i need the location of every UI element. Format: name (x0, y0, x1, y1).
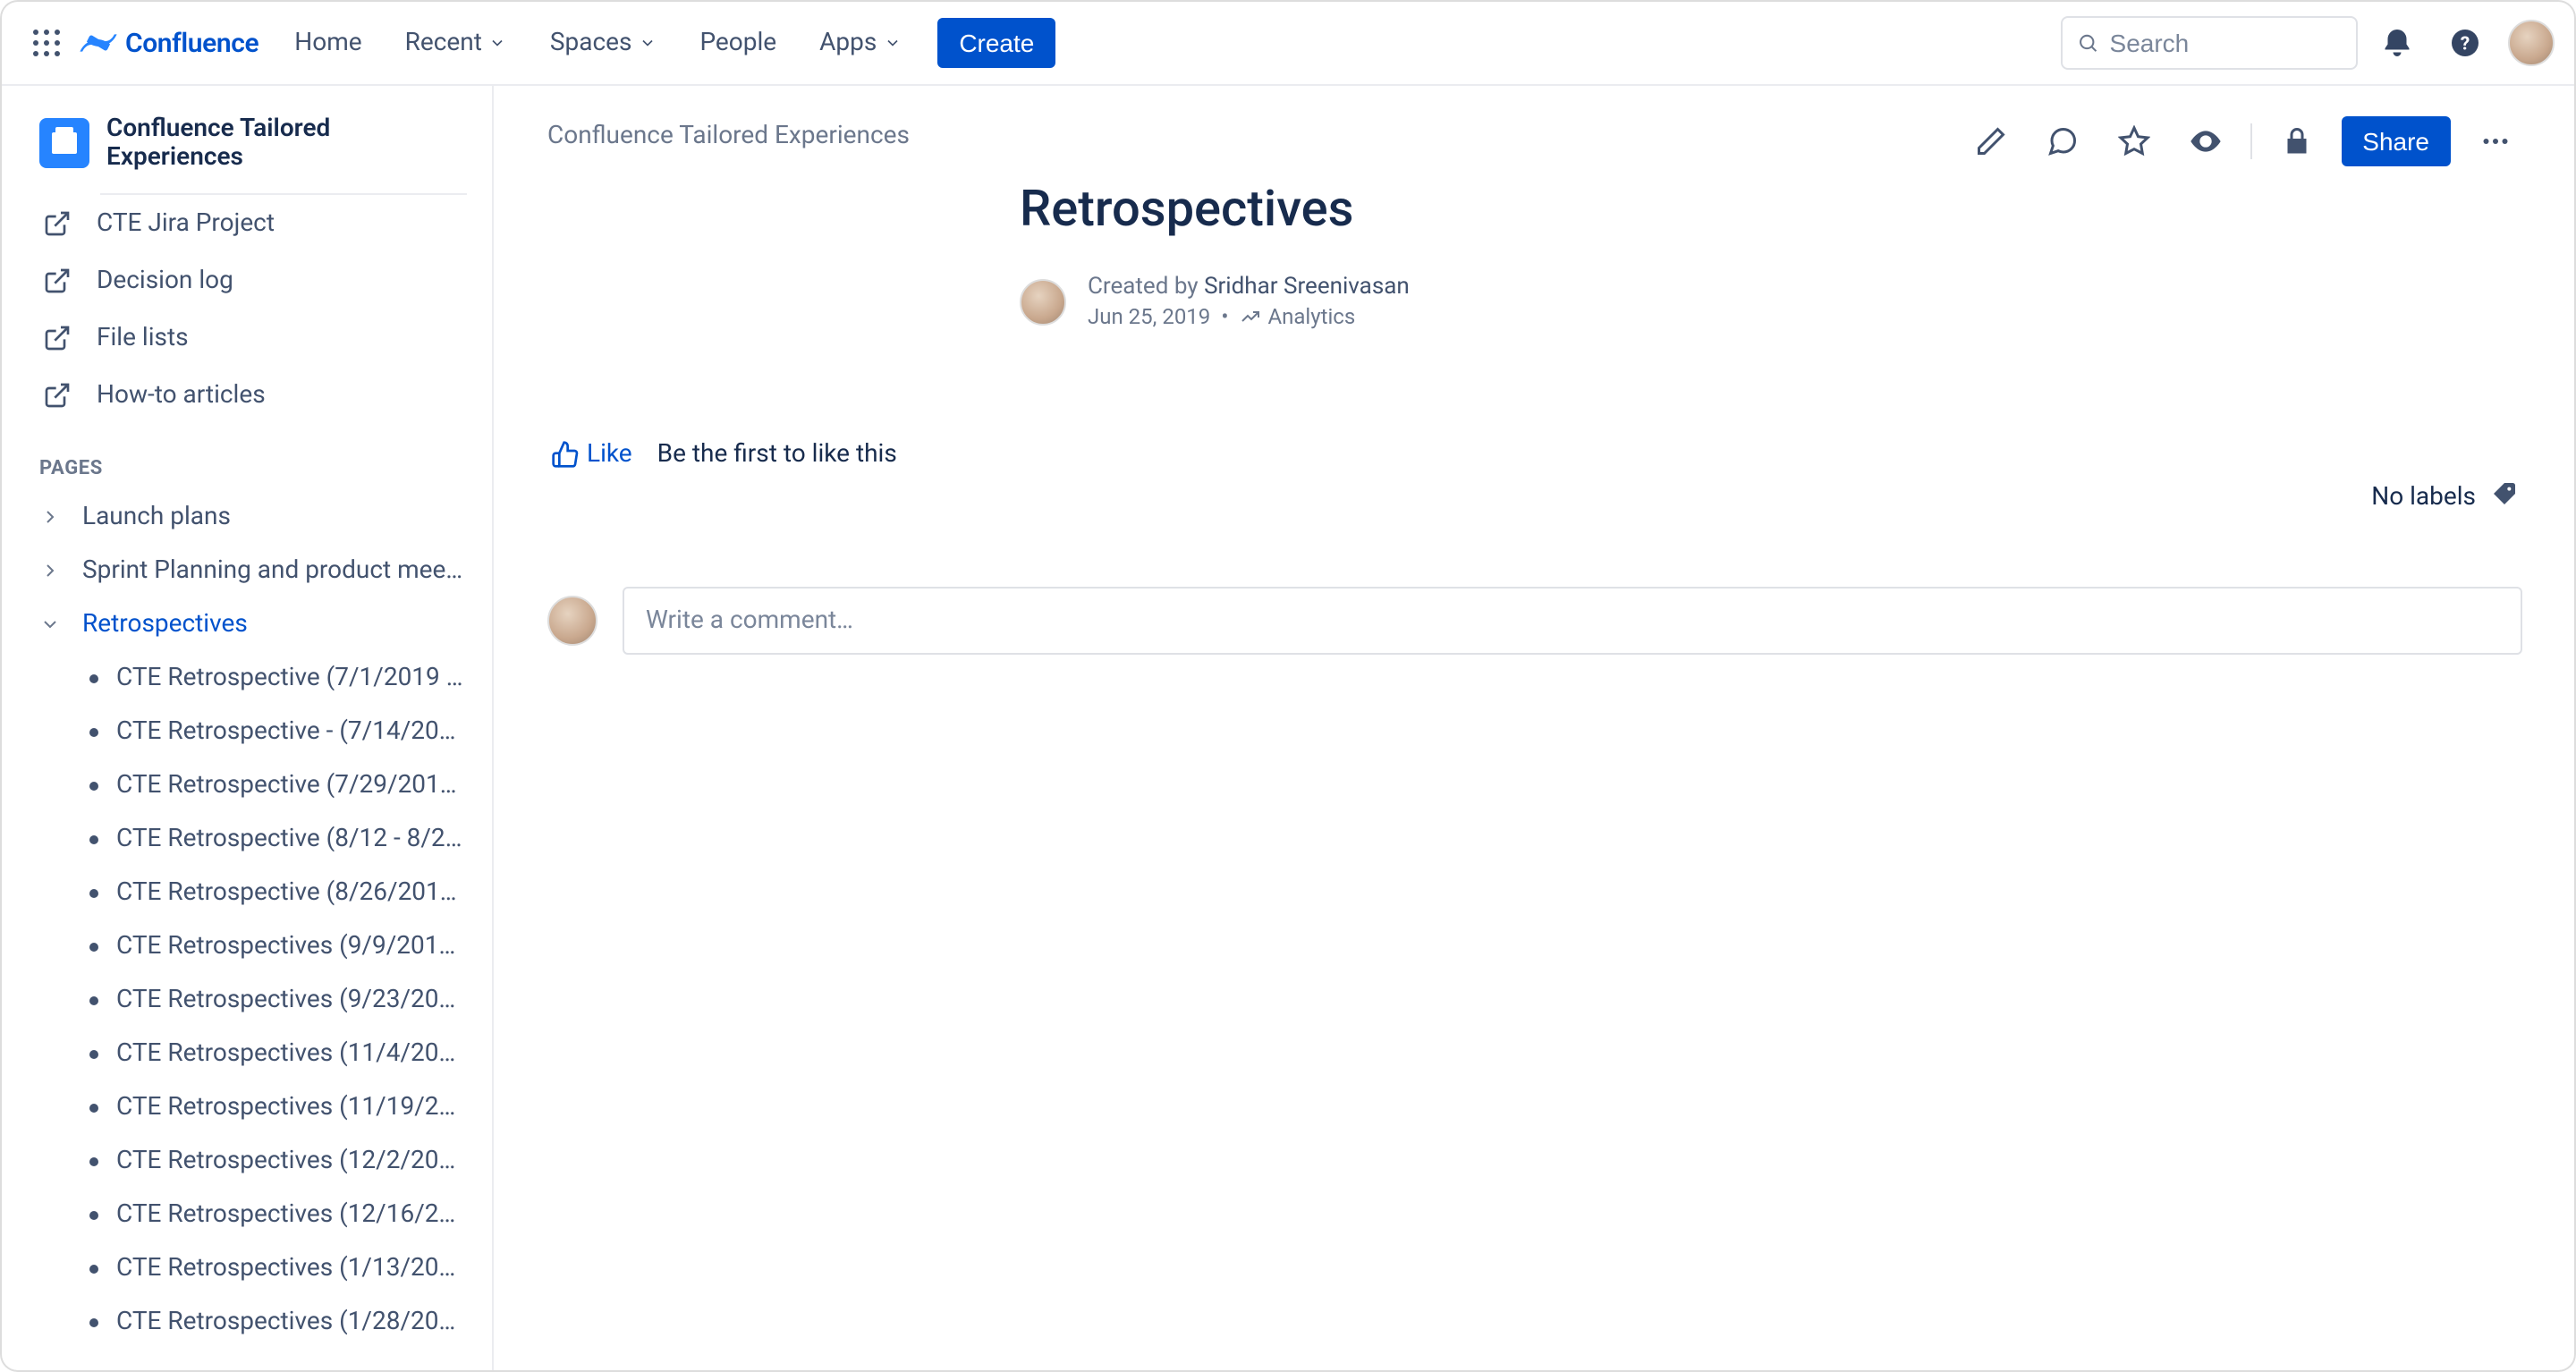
child-page[interactable]: CTE Retrospective - (7/14/201… (0, 705, 492, 758)
comment-placeholder: Write a comment… (646, 606, 853, 635)
byline: Created by Sridhar Sreenivasan Jun 25, 2… (1020, 274, 2522, 329)
pages-section-label: PAGES (0, 424, 492, 490)
like-icon (551, 440, 580, 469)
nav-spaces[interactable]: Spaces (532, 17, 675, 67)
child-page[interactable]: CTE Retrospective (8/26/2019 … (0, 866, 492, 919)
child-page[interactable]: CTE Retrospectives (9/23/201… (0, 973, 492, 1027)
nav-people[interactable]: People (682, 17, 794, 67)
nav-home[interactable]: Home (276, 17, 379, 67)
top-nav: Confluence Home Recent Spaces People App… (0, 0, 2576, 86)
divider (2250, 123, 2251, 159)
child-page[interactable]: CTE Retrospectives (11/19/201… (0, 1080, 492, 1134)
watch-icon[interactable] (2178, 114, 2232, 168)
profile-avatar[interactable] (2508, 19, 2555, 65)
created-by: Created by Sridhar Sreenivasan (1088, 274, 1410, 301)
child-page[interactable]: CTE Retrospectives (1/13/2020… (0, 1241, 492, 1295)
star-icon[interactable] (2106, 114, 2160, 168)
logo-text: Confluence (125, 26, 258, 58)
shortcut-how-to[interactable]: How-to articles (0, 367, 492, 424)
date-text: Jun 25, 2019 (1088, 304, 1210, 329)
child-page[interactable]: CTE Retrospectives (1/28/202… (0, 1295, 492, 1349)
bullet-icon (89, 1156, 98, 1165)
edit-icon[interactable] (1963, 114, 2017, 168)
space-logo-icon (39, 118, 89, 168)
comment-input[interactable]: Write a comment… (623, 587, 2522, 655)
child-page[interactable]: CTE Retrospective (7/1/2019 - … (0, 651, 492, 705)
restrictions-icon[interactable] (2269, 114, 2323, 168)
chevron-down-icon (639, 33, 657, 51)
external-link-icon (39, 377, 75, 413)
nav-apps[interactable]: Apps (801, 17, 919, 67)
bullet-icon (89, 1103, 98, 1112)
search-input[interactable] (2110, 28, 2342, 56)
share-button[interactable]: Share (2341, 116, 2451, 166)
author-avatar[interactable] (1020, 278, 1066, 325)
external-link-icon (39, 206, 75, 241)
space-header[interactable]: Confluence Tailored Experiences (0, 100, 492, 186)
chevron-down-icon (884, 33, 902, 51)
analytics-link[interactable]: Analytics (1239, 304, 1355, 329)
bullet-icon (89, 888, 98, 897)
bullet-icon (89, 673, 98, 682)
page-actions: Share (1963, 114, 2522, 168)
more-icon[interactable] (2469, 114, 2522, 168)
sidebar: Confluence Tailored Experiences CTE Jira… (0, 86, 494, 1372)
page-title: Retrospectives (1020, 179, 2522, 238)
chevron-down-icon (39, 614, 68, 635)
label-tag-icon[interactable] (2490, 479, 2519, 515)
bullet-icon (89, 1264, 98, 1273)
page-sprint-planning[interactable]: Sprint Planning and product meeti… (0, 544, 492, 597)
bullet-icon (89, 727, 98, 736)
bullet-icon (89, 942, 98, 951)
chevron-right-icon (39, 560, 68, 581)
shortcut-cte-jira[interactable]: CTE Jira Project (0, 195, 492, 252)
labels-text: No labels (2371, 483, 2476, 512)
chevron-down-icon (489, 33, 507, 51)
search-icon (2077, 30, 2099, 55)
help-icon[interactable]: ? (2436, 13, 2494, 71)
shortcut-file-lists[interactable]: File lists (0, 309, 492, 367)
comment-avatar (547, 596, 597, 646)
analytics-icon (1239, 306, 1260, 327)
bullet-icon (89, 834, 98, 843)
child-page[interactable]: CTE Retrospective (7/29/2018 … (0, 758, 492, 812)
byline-meta: Jun 25, 2019 • Analytics (1088, 304, 1410, 329)
child-page[interactable]: CTE Retrospectives (9/9/2019 … (0, 919, 492, 973)
nav-recent[interactable]: Recent (387, 17, 525, 67)
bullet-icon (89, 1317, 98, 1326)
main-content: Share Confluence Tailored Experiences Re… (494, 86, 2576, 1372)
nav-items: Home Recent Spaces People Apps (276, 17, 919, 67)
child-page[interactable]: CTE Retrospectives (12/2/2019… (0, 1134, 492, 1188)
like-prompt: Be the first to like this (657, 440, 897, 469)
like-button[interactable]: Like (551, 440, 632, 469)
comment-icon[interactable] (2035, 114, 2089, 168)
child-page[interactable]: CTE Retrospectives (12/16/201… (0, 1188, 492, 1241)
app-switcher-icon[interactable] (18, 13, 75, 71)
external-link-icon (39, 263, 75, 299)
shortcut-decision-log[interactable]: Decision log (0, 252, 492, 309)
external-link-icon (39, 320, 75, 356)
notifications-icon[interactable] (2368, 13, 2426, 71)
bullet-icon (89, 1210, 98, 1219)
search-box[interactable] (2061, 15, 2358, 69)
page-retrospectives[interactable]: Retrospectives (0, 597, 492, 651)
author-link[interactable]: Sridhar Sreenivasan (1204, 274, 1410, 301)
child-page[interactable]: CTE Retrospectives (11/4/2019… (0, 1027, 492, 1080)
child-page[interactable]: CTE Retrospective (8/12 - 8/25) (0, 812, 492, 866)
chevron-right-icon (39, 506, 68, 528)
page-launch-plans[interactable]: Launch plans (0, 490, 492, 544)
confluence-logo[interactable]: Confluence (79, 22, 258, 62)
bullet-icon (89, 781, 98, 790)
create-button[interactable]: Create (937, 17, 1055, 67)
svg-text:?: ? (2461, 33, 2470, 55)
bullet-icon (89, 1049, 98, 1058)
space-title: Confluence Tailored Experiences (106, 114, 467, 172)
bullet-icon (89, 995, 98, 1004)
